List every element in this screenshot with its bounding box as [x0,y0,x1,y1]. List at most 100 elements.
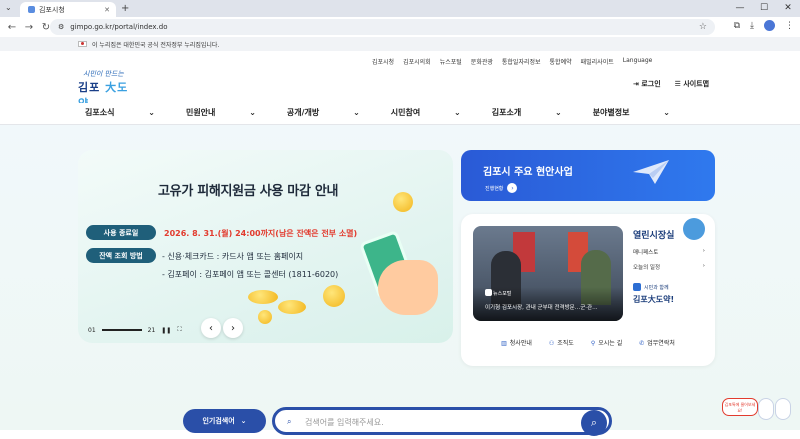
close-tab-icon[interactable]: ✕ [104,6,110,14]
with-citizens: 시민과 함께 [633,283,705,291]
site-info-icon[interactable]: ⚙ [58,23,64,31]
search-button[interactable]: ⌕ [581,410,607,436]
korea-flag-icon [78,41,87,47]
popular-keywords-button[interactable]: 인기검색어 ⌄ [183,409,266,433]
slide-progress [101,329,142,331]
browser-tab-strip: ⌄ 김포시청 ✕ + — ☐ ✕ [0,0,800,17]
menu-item[interactable]: 분야별정보 ⌄ [593,107,670,118]
menu-item[interactable]: 김포소개 ⌄ [492,107,562,118]
close-window-icon[interactable]: ✕ [776,0,800,17]
address-bar-row: ← → ↻ ⚙ gimpo.go.kr/portal/index.do ☆ ⧉ … [0,17,800,37]
gov-notice-text: 이 누리집은 대한민국 공식 전자정부 누리집입니다. [92,41,220,49]
toolbar-icons: ⧉ ⤓ ⋮ [734,20,794,31]
issue-progress-link[interactable]: 진행현황 › [485,183,518,193]
more-menu-icon[interactable]: ⋮ [785,21,794,31]
top-link[interactable]: 뉴스포털 [440,57,462,66]
coin-icon [258,310,272,324]
browser-tab[interactable]: 김포시청 ✕ [20,2,116,17]
tab-search-icon[interactable]: ⌄ [5,3,12,12]
top-link[interactable]: 통합일자리정보 [502,57,541,66]
major-issues-banner[interactable]: 김포시 주요 현안사업 진행현황 › [461,150,715,201]
new-tab-icon[interactable]: + [121,3,129,14]
login-link[interactable]: ⇥ 로그인 [633,79,661,89]
utility-links: ⇥ 로그인 ☰ 사이트맵 [633,79,709,89]
chatbot-label: 김포톡에 물어보세요! [722,398,758,416]
search-mode-icon: ⌕ [287,417,292,426]
tab-title: 김포시청 [39,5,65,14]
phone-icon: ✆ [639,339,645,347]
window-controls: — ☐ ✕ [728,0,800,17]
sitemap-link[interactable]: ☰ 사이트맵 [675,79,709,89]
building-info-link[interactable]: ▥ 청사안내 [501,338,532,347]
news-badge: 뉴스포털 [493,291,512,297]
favicon-icon [28,6,35,13]
arrow-right-icon: › [507,183,518,193]
minimize-icon[interactable]: — [728,0,752,17]
mascot-icon [775,398,791,420]
quick-links: ▥ 청사안내 ⚇ 조직도 ⚲ 오시는 길 ✆ 업무연락처 [461,332,715,352]
menu-item[interactable]: 민원안내 ⌄ [186,107,256,118]
menu-item[interactable]: 공개/개방 ⌄ [287,107,360,118]
mayor-card: 뉴스포털 이기형 김포시장, 관내 군부대 전격방문…군·관… 열린시장실 매니… [461,214,715,366]
expand-icon[interactable]: ⛶ [177,326,181,334]
coin-icon [323,285,345,307]
org-chart-link[interactable]: ⚇ 조직도 [549,338,574,347]
language-select[interactable]: Language [623,57,653,66]
top-links: 김포시청 김포시의회 뉴스포털 문화관광 통합일자리정보 통합예약 패밀리사이트… [372,57,652,66]
balance-line2: - 김포페이 : 김포페이 앱 또는 콜센터 (1811-6020) [162,270,339,279]
top-link[interactable]: 김포시청 [372,57,394,66]
top-link[interactable]: 문화관광 [471,57,493,66]
balance-check-pill: 잔액 조회 방법 [86,248,156,263]
manifesto-link[interactable]: 매니페스토 › [633,248,705,256]
directions-link[interactable]: ⚲ 오시는 길 [591,338,622,347]
gov-notice-bar: 이 누리집은 대한민국 공식 전자정부 누리집입니다. [0,37,800,51]
extensions-icon[interactable]: ⧉ [734,21,740,31]
prev-slide-button[interactable]: ‹ [201,318,221,338]
pause-icon[interactable] [485,289,492,296]
back-icon[interactable]: ← [7,22,17,33]
bookmark-star-icon[interactable]: ☆ [699,22,707,32]
search-input[interactable]: ⌕ 검색어를 입력해주세요. [272,407,612,435]
maximize-icon[interactable]: ☐ [752,0,776,17]
top-link[interactable]: 김포시의회 [403,57,431,66]
url-field[interactable]: ⚙ gimpo.go.kr/portal/index.do ☆ [50,19,715,35]
url-text: gimpo.go.kr/portal/index.do [70,23,168,31]
usage-end-pill: 사용 종료일 [86,225,156,240]
logo-line1: 시민이 만드는 [83,70,124,78]
menu-item[interactable]: 시민참여 ⌄ [391,107,461,118]
hero-banner[interactable]: 고유가 피해지원금 사용 마감 안내 사용 종료일 2026. 8. 31.(월… [78,150,453,343]
top-link[interactable]: 통합예약 [550,57,572,66]
chevron-down-icon: ⌄ [240,417,247,425]
main-content: 고유가 피해지원금 사용 마감 안내 사용 종료일 2026. 8. 31.(월… [0,125,800,436]
gimpo-logo[interactable]: 시민이 만드는 김포 大도약 [78,69,138,110]
slogan: 김포大도약! [633,295,675,304]
chatbot-widget[interactable]: 김포톡에 물어보세요! [722,396,794,422]
banner-title: 고유가 피해지원금 사용 마감 안내 [158,184,339,199]
search-placeholder: 검색어를 입력해주세요. [305,418,384,427]
slide-controls: 01 21 ❚❚ ⛶ [88,326,182,334]
profile-avatar[interactable] [764,20,775,31]
open-mayor-office: 열린시장실 매니페스토 › 오늘의 일정 › 시민과 함께 김포大도약! [633,218,705,305]
contacts-link[interactable]: ✆ 업무연락처 [639,338,675,347]
next-slide-button[interactable]: › [223,318,243,338]
coin-icon [248,290,278,304]
news-photo[interactable]: 뉴스포털 이기형 김포시장, 관내 군부대 전격방문…군·관… [473,226,623,321]
balance-line1: - 신용·체크카드 : 카드사 앱 또는 홈페이지 [162,252,304,261]
forward-icon[interactable]: → [24,22,34,33]
main-menu: 김포소식 ⌄ 민원안내 ⌄ 공개/개방 ⌄ 시민참여 ⌄ 김포소개 ⌄ 분야별정… [0,103,800,125]
pause-icon[interactable]: ❚❚ [161,327,171,334]
family-site-link[interactable]: 패밀리사이트 [581,57,614,66]
issue-title: 김포시 주요 현안사업 [483,167,573,178]
menu-item[interactable]: 김포소식 ⌄ [85,107,155,118]
search-area: 인기검색어 ⌄ ⌕ 검색어를 입력해주세요. ⌕ [183,407,613,439]
org-chart-icon: ⚇ [548,339,555,347]
building-icon: ▥ [501,339,507,347]
arrow-link-icon[interactable] [683,218,705,240]
paper-plane-icon [633,160,669,184]
citizen-icon [633,283,641,291]
slide-current: 01 [88,326,96,334]
download-icon[interactable]: ⤓ [750,21,754,31]
location-pin-icon: ⚲ [590,339,596,347]
schedule-link[interactable]: 오늘의 일정 › [633,263,705,271]
hand-illustration [378,260,438,315]
